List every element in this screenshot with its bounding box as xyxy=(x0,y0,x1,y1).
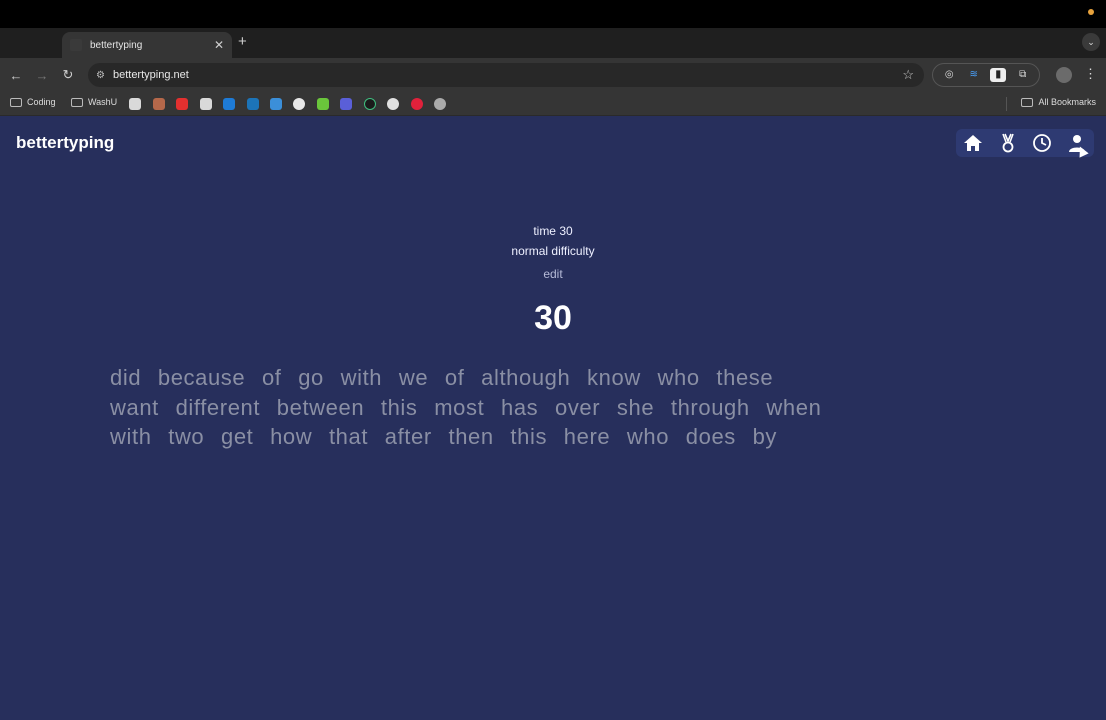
reload-icon[interactable]: ↻ xyxy=(55,67,81,83)
bookmark-globe-icon[interactable] xyxy=(434,98,446,110)
bookmark-app-icon[interactable] xyxy=(270,98,282,110)
bookmark-star-icon[interactable]: ☆ xyxy=(902,67,914,83)
bookmark-app-icon[interactable] xyxy=(129,98,141,110)
browser-tab[interactable]: bettertyping ✕ xyxy=(62,32,232,58)
system-top-strip xyxy=(0,0,1106,28)
url-text: bettertyping.net xyxy=(112,69,189,81)
site-logo[interactable]: bettertyping xyxy=(16,133,114,153)
address-bar[interactable]: ⚙ bettertyping.net ☆ xyxy=(88,63,924,87)
browser-tab-bar: bettertyping ✕ + ⌄ xyxy=(0,28,1106,58)
icon-nav xyxy=(956,129,1094,157)
tab-close-icon[interactable]: ✕ xyxy=(214,39,224,51)
bookmark-github-icon[interactable] xyxy=(293,98,305,110)
folder-icon xyxy=(71,97,83,107)
extension-glasses-icon[interactable]: ◎ xyxy=(941,68,957,82)
clock-icon[interactable] xyxy=(1031,132,1053,154)
medal-icon[interactable] xyxy=(997,132,1019,154)
edit-settings-link[interactable]: edit xyxy=(0,267,1106,281)
bookmark-folder-coding[interactable]: Coding xyxy=(10,97,56,107)
bookmark-app-icon[interactable] xyxy=(387,98,399,110)
folder-icon xyxy=(1021,97,1034,107)
extension-wave-icon[interactable]: ≋ xyxy=(966,68,982,82)
forward-arrow-icon[interactable]: → xyxy=(29,68,55,83)
browser-toolbar: ← → ↻ ⚙ bettertyping.net ☆ ◎ ≋ ▮ ⧉ ⋮ xyxy=(0,58,1106,92)
bookmark-linkedin-icon[interactable] xyxy=(247,98,259,110)
new-tab-icon[interactable]: + xyxy=(238,33,247,51)
bookmark-app-icon[interactable] xyxy=(364,98,376,110)
bookmark-pinterest-icon[interactable] xyxy=(411,98,423,110)
profile-avatar[interactable] xyxy=(1056,67,1072,83)
word-line: did because of go with we of although kn… xyxy=(110,365,774,390)
bookmarks-bar: Coding WashU All Bookmarks xyxy=(0,92,1106,116)
browser-menu-icon[interactable]: ⋮ xyxy=(1084,66,1097,82)
word-stream[interactable]: did because of go with we of although kn… xyxy=(110,363,990,452)
bookmark-app-icon[interactable] xyxy=(317,98,329,110)
back-arrow-icon[interactable]: ← xyxy=(3,68,29,83)
site-settings-icon[interactable]: ⚙ xyxy=(96,70,105,81)
bookmark-label: Coding xyxy=(27,97,56,107)
difficulty-label: normal difficulty xyxy=(511,244,595,258)
mode-label: time 30 xyxy=(533,224,573,238)
bookmark-app-icon[interactable] xyxy=(153,98,165,110)
bookmark-mail-icon[interactable] xyxy=(200,98,212,110)
extensions-puzzle-icon[interactable]: ⧉ xyxy=(1015,68,1031,82)
bookmarks-divider xyxy=(1006,97,1007,111)
bookmark-folder-washu[interactable]: WashU xyxy=(71,97,117,107)
bookmark-video-icon[interactable] xyxy=(176,98,188,110)
indicator-dot xyxy=(1088,9,1094,15)
tab-title: bettertyping xyxy=(90,39,143,51)
bookmark-app-icon[interactable] xyxy=(340,98,352,110)
all-bookmarks-button[interactable]: All Bookmarks xyxy=(1021,97,1096,107)
screen: bettertyping ✕ + ⌄ ← → ↻ ⚙ bettertyping.… xyxy=(0,0,1106,720)
all-bookmarks-label: All Bookmarks xyxy=(1038,97,1096,107)
tab-favicon-icon xyxy=(70,39,82,51)
extension-boxed-icon[interactable]: ▮ xyxy=(990,68,1007,82)
home-icon[interactable] xyxy=(962,132,984,154)
extensions-group: ◎ ≋ ▮ ⧉ xyxy=(932,63,1040,87)
countdown-timer: 30 xyxy=(534,299,572,337)
tab-search-icon[interactable]: ⌄ xyxy=(1082,33,1100,51)
test-settings: time 30 normal difficulty xyxy=(0,221,1106,261)
typing-page: bettertyping time 30 normal difficulty e… xyxy=(0,117,1106,720)
folder-icon xyxy=(10,97,22,107)
word-line: want different between this most has ove… xyxy=(110,394,822,420)
bookmark-label: WashU xyxy=(88,97,118,107)
word-line: with two get how that after then this he… xyxy=(110,424,778,449)
bookmark-outlook-icon[interactable] xyxy=(223,98,235,110)
